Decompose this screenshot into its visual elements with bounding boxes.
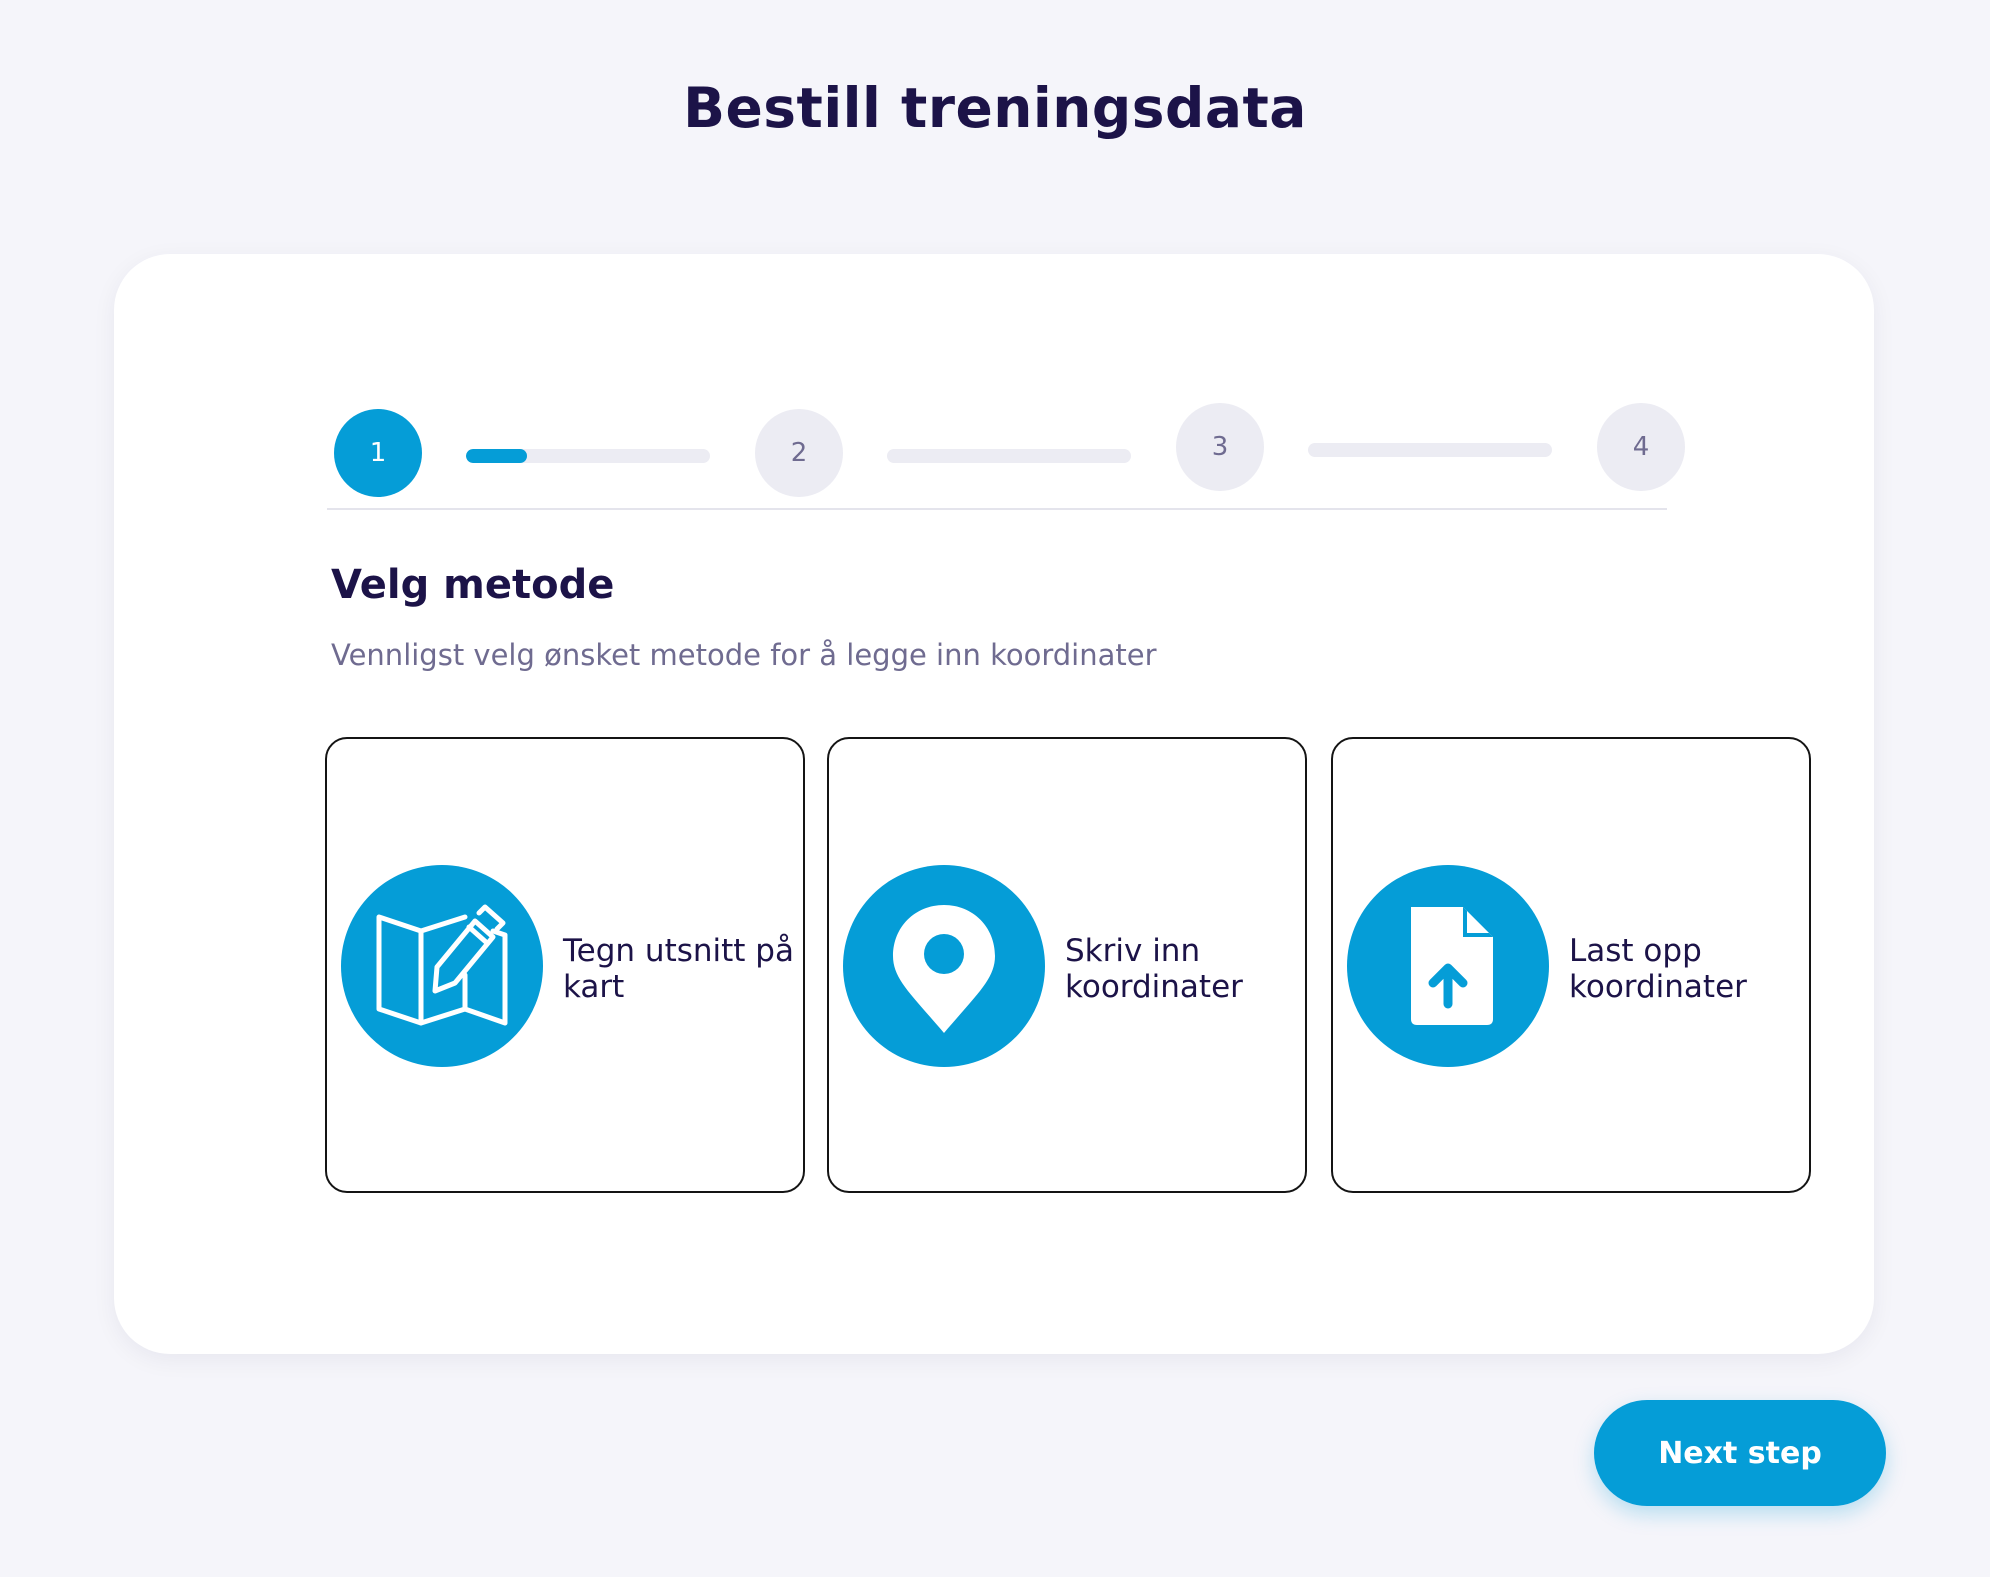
next-step-button[interactable]: Next step [1594,1400,1886,1506]
method-option-draw-on-map[interactable]: Tegn utsnitt på kart [325,737,805,1193]
step-2-indicator[interactable]: 2 [755,409,843,497]
method-label: Skriv inn koordinater [1065,933,1243,1005]
method-option-upload-coordinates[interactable]: Last opp koordinater [1331,737,1811,1193]
page-title: Bestill treningsdata [683,76,1307,140]
file-upload-icon [1347,865,1549,1067]
step-4-indicator[interactable]: 4 [1597,403,1685,491]
stepper: 1 2 3 4 [326,403,1786,513]
step-3-progress-track [1308,443,1552,457]
location-pin-icon [843,865,1045,1067]
method-label: Tegn utsnitt på kart [563,933,794,1005]
stepper-divider [327,508,1667,510]
method-option-enter-coordinates[interactable]: Skriv inn koordinater [827,737,1307,1193]
map-draw-icon [341,865,543,1067]
step-1-progress-fill [466,449,527,463]
step-1-indicator[interactable]: 1 [334,409,422,497]
method-options: Tegn utsnitt på kart Skriv inn koordinat… [325,737,1845,1197]
order-card: 1 2 3 4 Velg metode Vennligst velg ønske… [114,254,1874,1354]
step-3-indicator[interactable]: 3 [1176,403,1264,491]
section-title: Velg metode [331,562,615,608]
method-label: Last opp koordinater [1569,933,1747,1005]
step-2-progress-track [887,449,1131,463]
section-subtitle: Vennligst velg ønsket metode for å legge… [331,638,1157,672]
step-1-progress-track [466,449,710,463]
